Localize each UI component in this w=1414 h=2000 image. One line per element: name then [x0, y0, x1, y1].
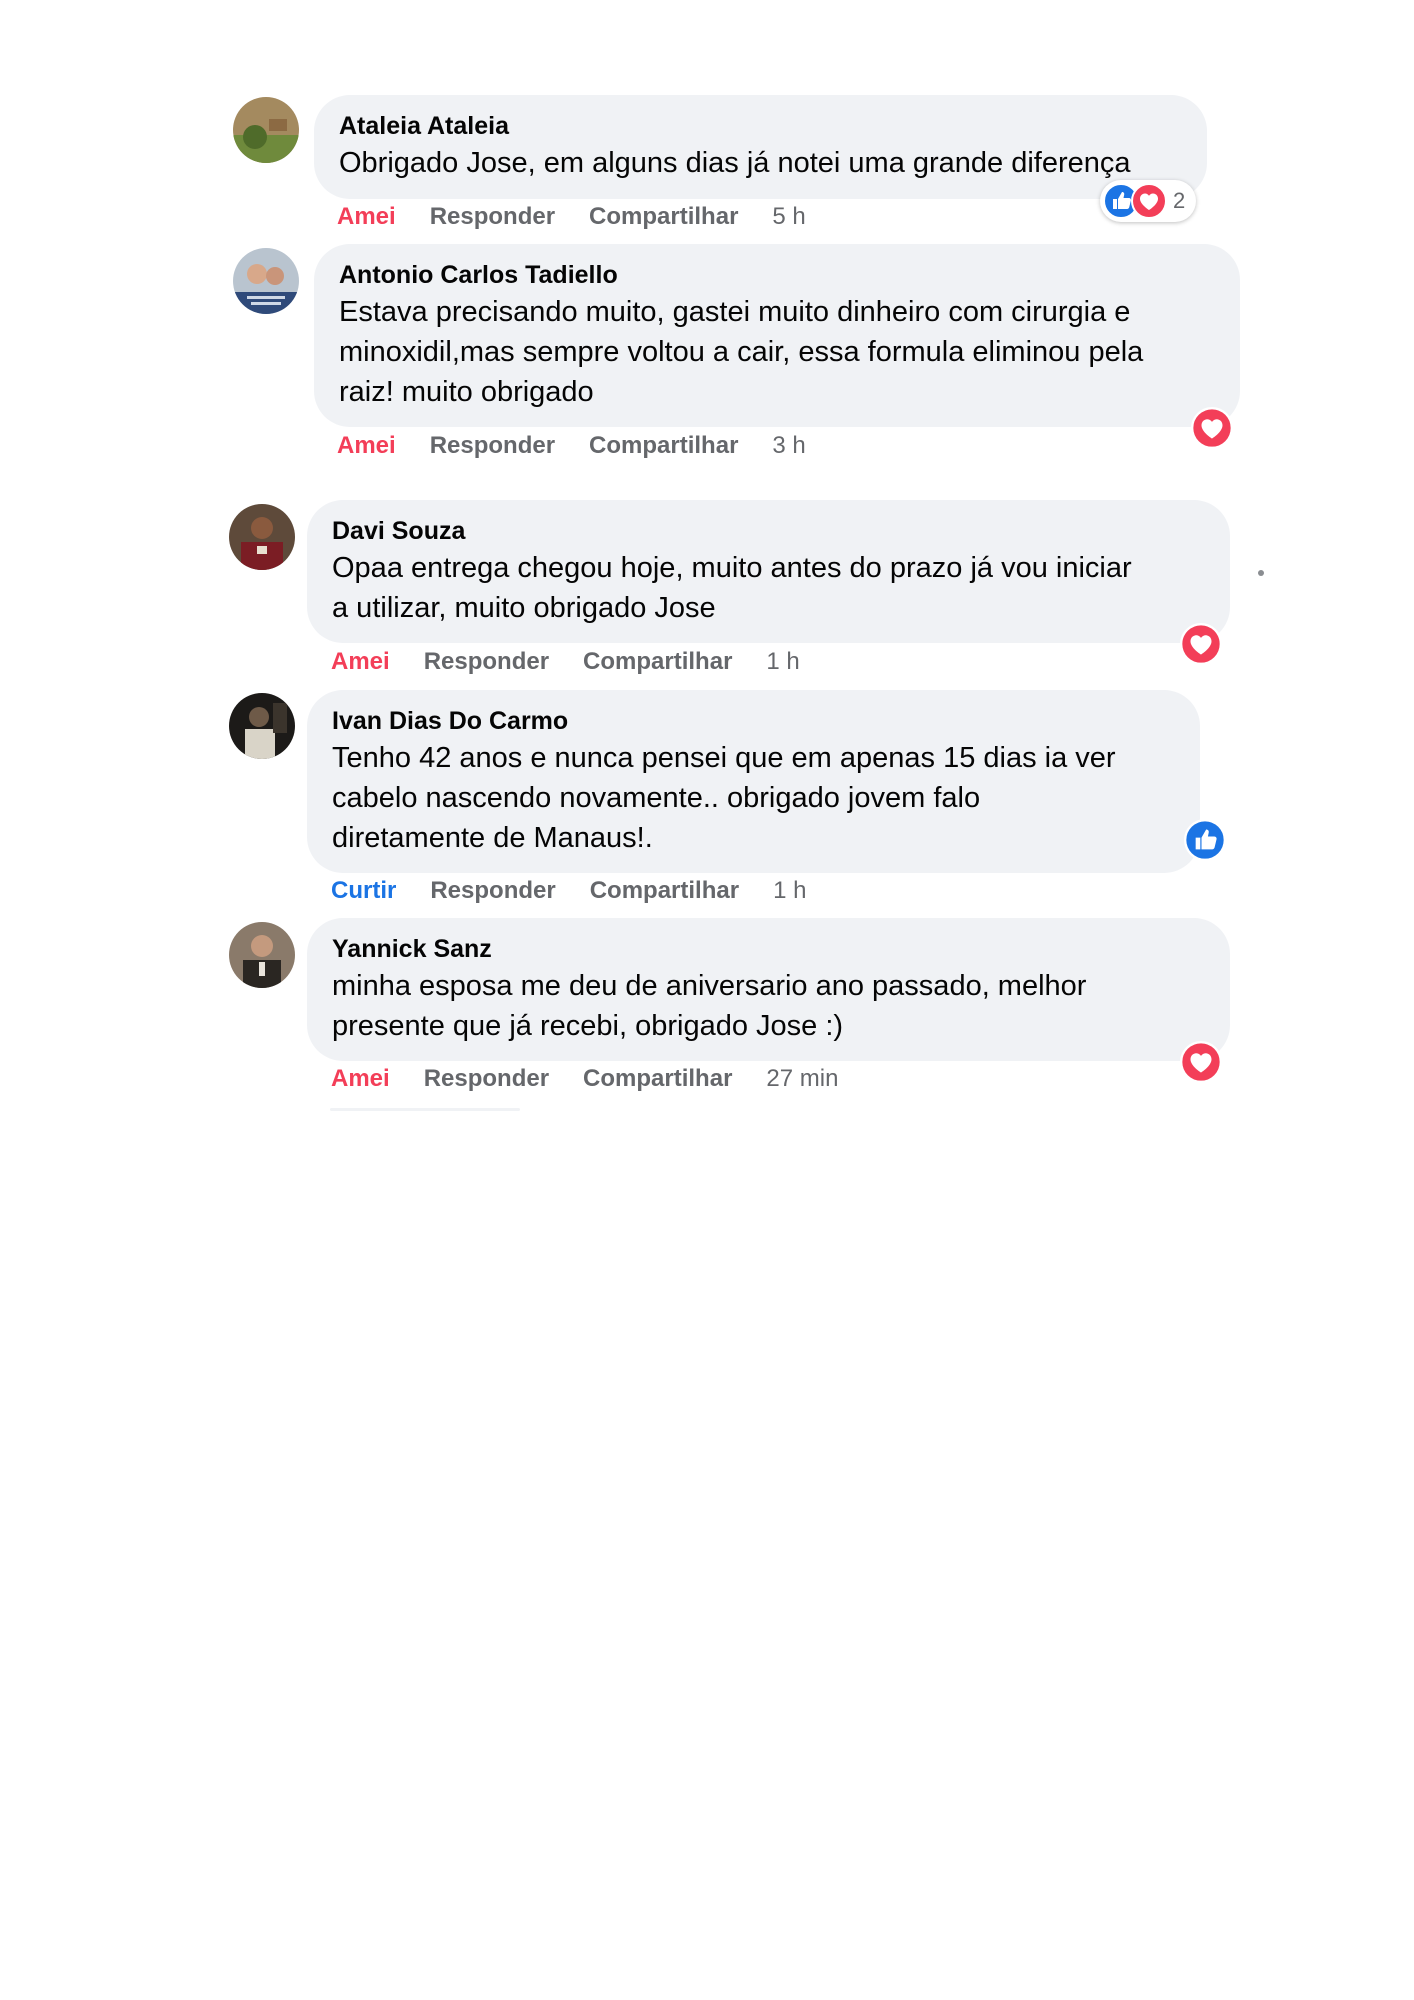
comment-text-line: presente que já recebi, obrigado Jose :) — [332, 1010, 844, 1042]
more-options-icon[interactable] — [1258, 570, 1264, 576]
comment-timestamp[interactable]: 1 h — [766, 648, 799, 676]
comment-author[interactable]: Ataleia Ataleia — [339, 109, 1182, 143]
react-button[interactable]: Amei — [331, 1065, 390, 1093]
comment-text: Obrigado Jose, em alguns dias já notei u… — [339, 143, 1182, 183]
comment-bubble: Ataleia Ataleia Obrigado Jose, em alguns… — [314, 95, 1207, 199]
comment-text-line: Tenho 42 anos e nunca pensei que em apen… — [332, 742, 1116, 774]
comment-author[interactable]: Ivan Dias Do Carmo — [332, 704, 1175, 738]
react-button[interactable]: Amei — [337, 432, 396, 460]
comment-timestamp[interactable]: 27 min — [766, 1065, 838, 1093]
comment-bubble: Davi Souza Opaa entrega chegou hoje, mui… — [307, 500, 1230, 643]
love-reaction-icon — [1131, 183, 1167, 219]
avatar[interactable] — [233, 248, 299, 314]
comment-text-line: a utilizar, muito obrigado Jose — [332, 592, 716, 624]
comment-text-line: cabelo nascendo novamente.. obrigado jov… — [332, 782, 981, 814]
love-reaction-icon — [1180, 623, 1222, 665]
reaction-summary[interactable] — [1191, 407, 1233, 449]
love-reaction-icon — [1180, 1041, 1222, 1083]
comment-actions: Amei Responder Compartilhar 1 h — [331, 648, 834, 676]
comment-actions: Amei Responder Compartilhar 3 h — [337, 432, 840, 460]
comment-bubble: Ivan Dias Do Carmo Tenho 42 anos e nunca… — [307, 690, 1200, 873]
comment-text-line: Obrigado Jose, em alguns dias já notei u… — [339, 147, 1131, 179]
comment-text-line: Estava precisando muito, gastei muito di… — [339, 296, 1131, 328]
comment-text: minha esposa me deu de aniversario ano p… — [332, 966, 1205, 1046]
comment-author[interactable]: Davi Souza — [332, 514, 1205, 548]
avatar[interactable] — [233, 97, 299, 163]
comment-author[interactable]: Antonio Carlos Tadiello — [339, 258, 1215, 292]
react-button[interactable]: Amei — [337, 203, 396, 231]
comment-text: Tenho 42 anos e nunca pensei que em apen… — [332, 738, 1175, 858]
reply-button[interactable]: Responder — [430, 203, 555, 231]
comment-text: Opaa entrega chegou hoje, muito antes do… — [332, 548, 1205, 628]
comment-actions: Amei Responder Compartilhar 5 h — [337, 203, 840, 231]
comment-text-line: diretamente de Manaus!. — [332, 822, 653, 854]
comment-bubble: Antonio Carlos Tadiello Estava precisand… — [314, 244, 1240, 427]
avatar[interactable] — [229, 693, 295, 759]
reply-button[interactable]: Responder — [430, 877, 555, 905]
reaction-count: 2 — [1173, 188, 1186, 213]
comment-timestamp[interactable]: 5 h — [772, 203, 805, 231]
comment-text-line: minha esposa me deu de aniversario ano p… — [332, 970, 1087, 1002]
share-button[interactable]: Compartilhar — [583, 1065, 732, 1093]
avatar[interactable] — [229, 504, 295, 570]
reaction-summary[interactable] — [1180, 1041, 1222, 1083]
comment-text-line: Opaa entrega chegou hoje, muito antes do… — [332, 552, 1132, 584]
reaction-summary[interactable] — [1184, 819, 1226, 861]
comment-author[interactable]: Yannick Sanz — [332, 932, 1205, 966]
reaction-summary[interactable]: 2 — [1100, 180, 1197, 222]
reply-button[interactable]: Responder — [424, 1065, 549, 1093]
reply-button[interactable]: Responder — [424, 648, 549, 676]
share-button[interactable]: Compartilhar — [583, 648, 732, 676]
comment-text-line: raiz! muito obrigado — [339, 376, 594, 408]
comment-actions: Amei Responder Compartilhar 27 min — [331, 1065, 872, 1093]
react-button[interactable]: Amei — [331, 648, 390, 676]
share-button[interactable]: Compartilhar — [589, 203, 738, 231]
divider — [330, 1108, 520, 1111]
comment-bubble: Yannick Sanz minha esposa me deu de aniv… — [307, 918, 1230, 1061]
comment-text-line: minoxidil,mas sempre voltou a cair, essa… — [339, 336, 1144, 368]
comment-text: Estava precisando muito, gastei muito di… — [339, 292, 1215, 412]
comment-actions: Curtir Responder Compartilhar 1 h — [331, 877, 840, 905]
react-button[interactable]: Curtir — [331, 877, 396, 905]
share-button[interactable]: Compartilhar — [590, 877, 739, 905]
comment-timestamp[interactable]: 1 h — [773, 877, 806, 905]
comment-timestamp[interactable]: 3 h — [772, 432, 805, 460]
reaction-summary[interactable] — [1180, 623, 1222, 665]
avatar[interactable] — [229, 922, 295, 988]
reply-button[interactable]: Responder — [430, 432, 555, 460]
like-reaction-icon — [1184, 819, 1226, 861]
share-button[interactable]: Compartilhar — [589, 432, 738, 460]
love-reaction-icon — [1191, 407, 1233, 449]
